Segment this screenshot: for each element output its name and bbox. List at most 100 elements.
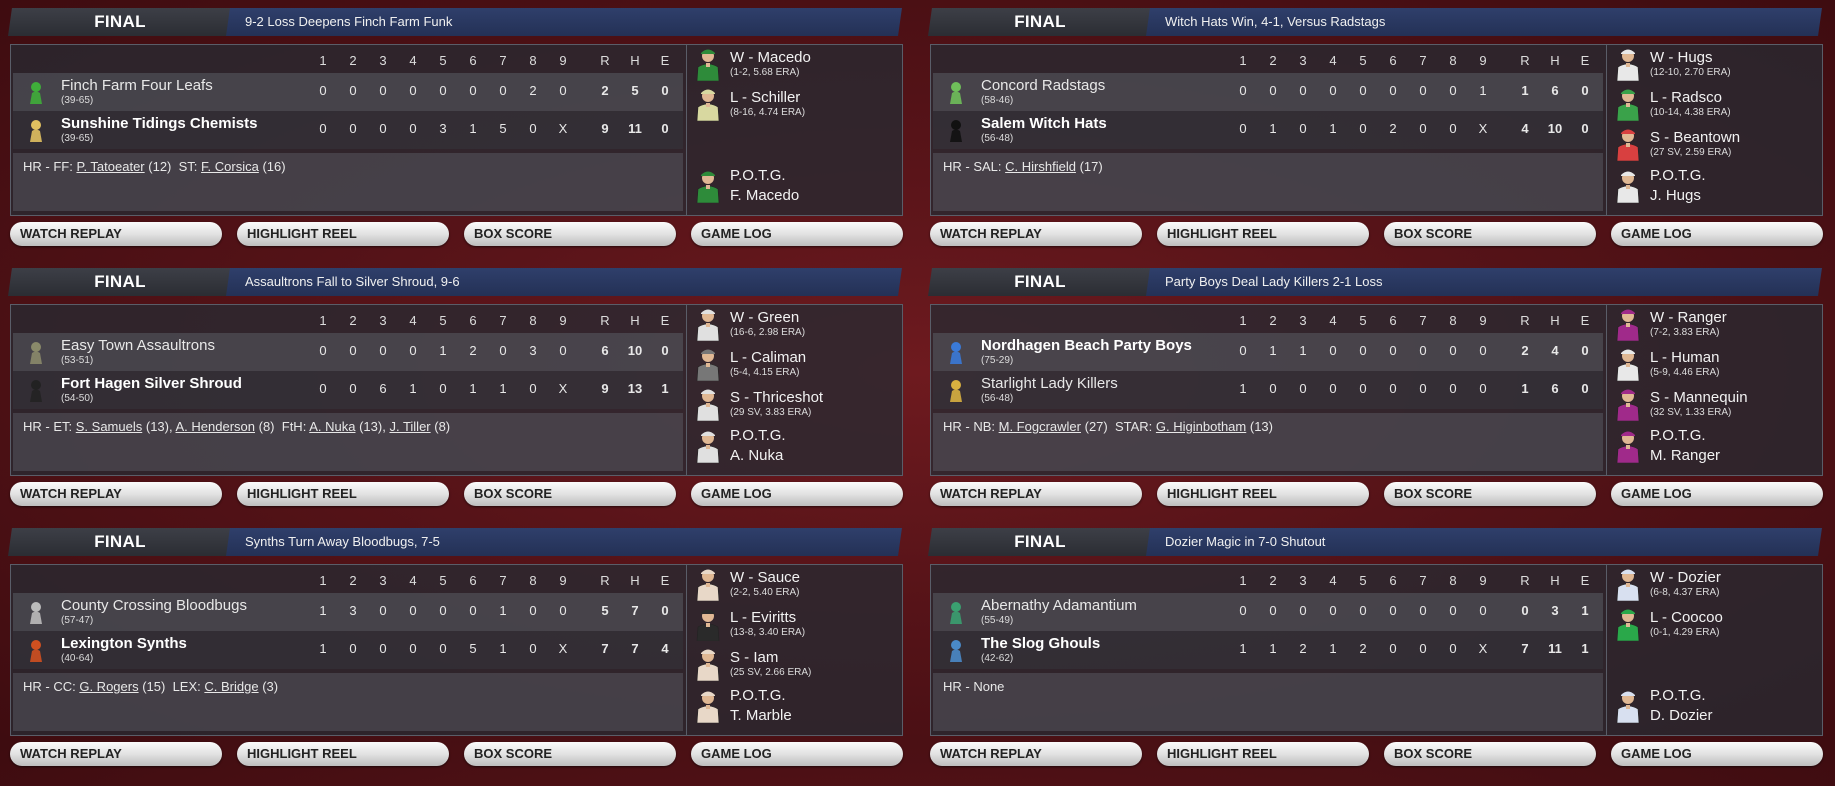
potg-entry[interactable]: P.O.T.G. J. Hugs [1606, 167, 1822, 205]
potg-entry[interactable]: P.O.T.G. A. Nuka [686, 427, 902, 465]
pitcher-entry[interactable]: L - Coocoo (0-1, 4.29 ERA) [1606, 605, 1822, 643]
hr-player-link[interactable]: C. Bridge [204, 679, 258, 694]
potg-entry[interactable]: P.O.T.G. D. Dozier [1606, 687, 1822, 725]
game-log-button[interactable]: GAME LOG [691, 222, 903, 246]
inning-score: 0 [1329, 603, 1337, 618]
team-name[interactable]: Lexington Synths [61, 635, 187, 652]
inning-score: 0 [379, 641, 387, 656]
pitcher-entry[interactable]: L - Caliman (5-4, 4.15 ERA) [686, 345, 902, 383]
total-header: R [1520, 573, 1530, 588]
watch-replay-button[interactable]: WATCH REPLAY [10, 482, 222, 506]
game-log-button[interactable]: GAME LOG [1611, 222, 1823, 246]
game-log-button[interactable]: GAME LOG [1611, 482, 1823, 506]
hr-player-link[interactable]: M. Fogcrawler [999, 419, 1081, 434]
inning-score: 5 [469, 641, 477, 656]
highlight-reel-button[interactable]: HIGHLIGHT REEL [1157, 742, 1369, 766]
team-name[interactable]: Finch Farm Four Leafs [61, 77, 213, 94]
inning-score: 0 [1359, 603, 1367, 618]
watch-replay-button[interactable]: WATCH REPLAY [930, 222, 1142, 246]
home-runs-panel: HR - ET: S. Samuels (13), A. Henderson (… [13, 413, 683, 471]
team-name[interactable]: Salem Witch Hats [981, 115, 1107, 132]
hr-player-link[interactable]: C. Hirshfield [1005, 159, 1076, 174]
team-name[interactable]: Sunshine Tidings Chemists [61, 115, 257, 132]
box-score-button[interactable]: BOX SCORE [1384, 222, 1596, 246]
pitcher-entry[interactable]: W - Macedo (1-2, 5.68 ERA) [686, 45, 902, 83]
total-r: 1 [1521, 381, 1529, 396]
pitcher-name: L - Radsco [1650, 89, 1722, 106]
pitcher-entry[interactable]: W - Dozier (6-8, 4.37 ERA) [1606, 565, 1822, 603]
team-name[interactable]: The Slog Ghouls [981, 635, 1100, 652]
hr-player-link[interactable]: A. Henderson [176, 419, 256, 434]
inning-score: 0 [499, 343, 507, 358]
inning-score: 0 [1329, 381, 1337, 396]
potg-name: T. Marble [730, 707, 792, 724]
box-score-button[interactable]: BOX SCORE [464, 482, 676, 506]
pitcher-entry[interactable]: S - Beantown (27 SV, 2.59 ERA) [1606, 125, 1822, 163]
hr-count: (27) [1084, 419, 1108, 434]
pitcher-stat: (12-10, 2.70 ERA) [1650, 67, 1731, 78]
pitcher-entry[interactable]: S - Thriceshot (29 SV, 3.83 ERA) [686, 385, 902, 423]
inning-header: 6 [1389, 53, 1397, 68]
pitcher-entry[interactable]: S - Mannequin (32 SV, 1.33 ERA) [1606, 385, 1822, 423]
highlight-reel-button[interactable]: HIGHLIGHT REEL [1157, 482, 1369, 506]
game-log-button[interactable]: GAME LOG [691, 482, 903, 506]
team-logo-icon [943, 79, 969, 105]
box-score-button[interactable]: BOX SCORE [464, 742, 676, 766]
game-log-button[interactable]: GAME LOG [1611, 742, 1823, 766]
team-name[interactable]: Easy Town Assaultrons [61, 337, 215, 354]
team-row: Starlight Lady Killers (56-48) 1 0 0 0 0 0 0 0 0 1 6… [933, 371, 1603, 409]
inning-header: 8 [1449, 313, 1457, 328]
highlight-reel-button[interactable]: HIGHLIGHT REEL [237, 222, 449, 246]
game-log-button[interactable]: GAME LOG [691, 742, 903, 766]
pitcher-name: W - Hugs [1650, 49, 1713, 66]
hr-player-link[interactable]: S. Samuels [76, 419, 142, 434]
game-card: FINAL Witch Hats Win, 4-1, Versus Radstag… [920, 8, 1823, 266]
team-name[interactable]: Starlight Lady Killers [981, 375, 1118, 392]
team-name[interactable]: Nordhagen Beach Party Boys [981, 337, 1192, 354]
pitcher-entry[interactable]: L - Eviritts (13-8, 3.40 ERA) [686, 605, 902, 643]
watch-replay-button[interactable]: WATCH REPLAY [10, 222, 222, 246]
potg-entry[interactable]: P.O.T.G. F. Macedo [686, 167, 902, 205]
pitcher-entry[interactable]: L - Radsco (10-14, 4.38 ERA) [1606, 85, 1822, 123]
potg-entry[interactable]: P.O.T.G. M. Ranger [1606, 427, 1822, 465]
team-name[interactable]: Concord Radstags [981, 77, 1105, 94]
inning-header: 1 [319, 313, 327, 328]
hr-player-link[interactable]: J. Tiller [389, 419, 430, 434]
hr-player-link[interactable]: G. Rogers [79, 679, 138, 694]
game-headline: Dozier Magic in 7-0 Shutout [1165, 534, 1326, 549]
box-score-button[interactable]: BOX SCORE [1384, 742, 1596, 766]
pitchers-panel: W - Ranger (7-2, 3.83 ERA) L - Human (5-9, … [1606, 305, 1822, 475]
highlight-reel-button[interactable]: HIGHLIGHT REEL [237, 482, 449, 506]
hr-player-link[interactable]: A. Nuka [309, 419, 355, 434]
pitcher-entry[interactable]: W - Hugs (12-10, 2.70 ERA) [1606, 45, 1822, 83]
inning-score: 0 [1389, 603, 1397, 618]
potg-entry[interactable]: P.O.T.G. T. Marble [686, 687, 902, 725]
pitcher-entry[interactable]: L - Human (5-9, 4.46 ERA) [1606, 345, 1822, 383]
player-avatar-icon [1614, 347, 1642, 382]
home-runs-panel: HR - None [933, 673, 1603, 731]
pitcher-entry[interactable]: W - Sauce (2-2, 5.40 ERA) [686, 565, 902, 603]
pitcher-entry[interactable]: W - Green (16-6, 2.98 ERA) [686, 305, 902, 343]
team-name[interactable]: County Crossing Bloodbugs [61, 597, 247, 614]
watch-replay-button[interactable]: WATCH REPLAY [930, 482, 1142, 506]
team-name[interactable]: Fort Hagen Silver Shroud [61, 375, 242, 392]
box-score-button[interactable]: BOX SCORE [464, 222, 676, 246]
highlight-reel-button[interactable]: HIGHLIGHT REEL [1157, 222, 1369, 246]
inning-score: 1 [1239, 381, 1247, 396]
box-score-button[interactable]: BOX SCORE [1384, 482, 1596, 506]
inning-score: X [558, 381, 568, 396]
hr-player-link[interactable]: P. Tatoeater [76, 159, 144, 174]
potg-label: P.O.T.G. [730, 687, 786, 704]
total-header: E [660, 313, 670, 328]
team-record: (55-49) [981, 615, 1014, 626]
pitcher-entry[interactable]: S - Iam (25 SV, 2.66 ERA) [686, 645, 902, 683]
hr-player-link[interactable]: G. Higinbotham [1156, 419, 1246, 434]
inning-score: 0 [1329, 343, 1337, 358]
pitcher-entry[interactable]: L - Schiller (8-16, 4.74 ERA) [686, 85, 902, 123]
team-name[interactable]: Abernathy Adamantium [981, 597, 1137, 614]
highlight-reel-button[interactable]: HIGHLIGHT REEL [237, 742, 449, 766]
hr-player-link[interactable]: F. Corsica [201, 159, 259, 174]
watch-replay-button[interactable]: WATCH REPLAY [930, 742, 1142, 766]
watch-replay-button[interactable]: WATCH REPLAY [10, 742, 222, 766]
pitcher-entry[interactable]: W - Ranger (7-2, 3.83 ERA) [1606, 305, 1822, 343]
